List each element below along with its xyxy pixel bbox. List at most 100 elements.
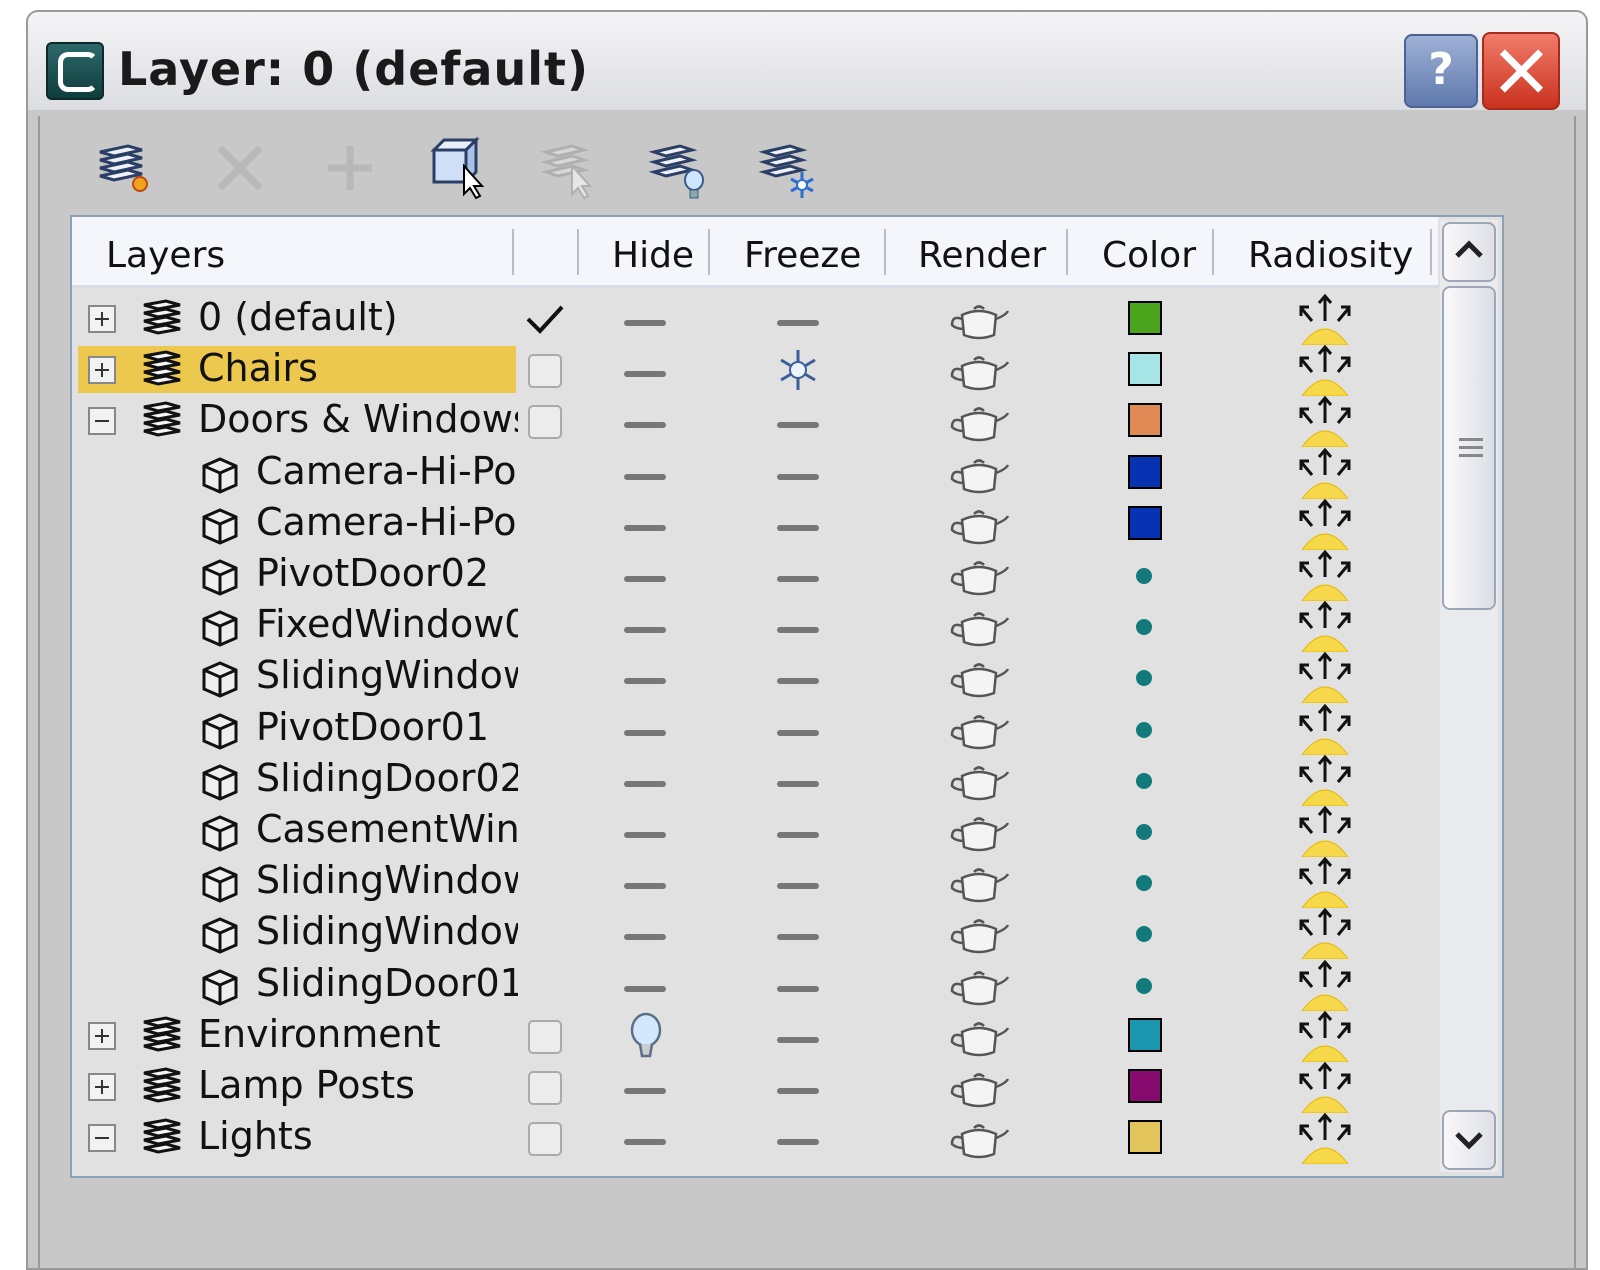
object-name[interactable]: CasementWind [256, 807, 518, 851]
select-objects-icon[interactable] [428, 136, 492, 200]
color-swatch[interactable] [1128, 454, 1162, 489]
hide-toggle[interactable] [624, 627, 666, 634]
render-teapot-icon[interactable] [948, 608, 1010, 648]
render-teapot-icon[interactable] [948, 864, 1010, 904]
render-teapot-icon[interactable] [948, 557, 1010, 597]
hide-toggle[interactable] [624, 780, 666, 787]
render-teapot-icon[interactable] [948, 711, 1010, 751]
hide-toggle[interactable] [624, 985, 666, 992]
render-teapot-icon[interactable] [948, 813, 1010, 853]
object-name[interactable]: Camera-Hi-Poir [256, 500, 518, 544]
freeze-toggle[interactable] [777, 473, 819, 480]
object-name[interactable]: SlidingDoor01 [256, 961, 518, 1005]
hide-toggle[interactable] [624, 576, 666, 582]
color-by-layer-dot[interactable] [1136, 977, 1152, 994]
freeze-toggle[interactable] [777, 729, 819, 736]
render-teapot-icon[interactable] [948, 1120, 1010, 1160]
object-row[interactable]: Camera-Hi-Poir [72, 498, 1438, 551]
render-teapot-icon[interactable] [948, 1018, 1010, 1058]
object-row[interactable]: FixedWindow0 [72, 600, 1438, 653]
color-by-layer-dot[interactable] [1136, 926, 1152, 943]
layer-list[interactable]: Layers Hide Freeze Render Color Radiosit… [70, 215, 1504, 1178]
expand-toggle-icon[interactable] [88, 1073, 116, 1101]
layer-name[interactable]: Lights [198, 1114, 518, 1158]
layer-row[interactable]: Lamp Posts [72, 1061, 1438, 1114]
hide-toggle[interactable] [624, 934, 666, 941]
freeze-toggle[interactable] [777, 627, 819, 634]
hide-toggle[interactable] [624, 524, 666, 531]
color-by-layer-dot[interactable] [1136, 568, 1152, 584]
radiosity-icon[interactable] [1292, 805, 1358, 858]
current-layer-checkbox[interactable] [528, 1019, 562, 1054]
collapse-toggle-icon[interactable] [88, 407, 116, 436]
layer-name[interactable]: Lamp Posts [198, 1063, 518, 1107]
column-header-radiosity[interactable]: Radiosity [1248, 235, 1413, 276]
hide-toggle[interactable] [624, 1088, 666, 1094]
current-layer-checkbox[interactable] [528, 405, 562, 440]
expand-toggle-icon[interactable] [88, 1021, 116, 1050]
hide-toggle[interactable] [624, 422, 666, 429]
current-layer-checkbox[interactable] [528, 1071, 562, 1105]
color-by-layer-dot[interactable] [1136, 772, 1152, 789]
layer-row[interactable]: Environment [72, 1010, 1438, 1063]
color-by-layer-dot[interactable] [1136, 875, 1152, 892]
hide-toggle[interactable] [624, 473, 666, 480]
radiosity-icon[interactable] [1292, 1112, 1358, 1165]
render-teapot-icon[interactable] [948, 301, 1010, 341]
radiosity-icon[interactable] [1292, 395, 1358, 448]
freeze-toggle[interactable] [777, 422, 819, 429]
freeze-toggle[interactable] [777, 1088, 819, 1094]
close-button[interactable] [1482, 32, 1560, 110]
hide-toggle[interactable] [624, 832, 666, 838]
hide-toggle[interactable] [624, 678, 666, 685]
freeze-all-icon[interactable] [758, 136, 822, 200]
expand-toggle-icon[interactable] [88, 305, 116, 333]
radiosity-icon[interactable] [1292, 1010, 1358, 1063]
object-name[interactable]: Camera-Hi-Poir [256, 449, 518, 493]
object-name[interactable]: PivotDoor01 [256, 705, 518, 749]
object-name[interactable]: PivotDoor02 [256, 551, 518, 595]
render-teapot-icon[interactable] [948, 915, 1010, 955]
hide-toggle[interactable] [624, 371, 666, 378]
radiosity-icon[interactable] [1292, 703, 1358, 756]
freeze-toggle[interactable] [777, 524, 819, 531]
radiosity-icon[interactable] [1292, 959, 1358, 1012]
freeze-toggle[interactable] [777, 780, 819, 787]
layer-name[interactable]: 0 (default) [198, 295, 518, 339]
color-swatch[interactable] [1128, 1069, 1162, 1103]
layer-row[interactable]: Chairs [72, 344, 1438, 397]
radiosity-icon[interactable] [1292, 600, 1358, 653]
layer-row[interactable]: Doors & Windows [72, 395, 1438, 448]
object-row[interactable]: SlidingWindow( [72, 651, 1438, 704]
hide-toggle[interactable] [624, 320, 666, 326]
hide-all-icon[interactable] [648, 136, 712, 200]
title-bar[interactable]: Layer: 0 (default) ? [28, 12, 1586, 110]
radiosity-icon[interactable] [1292, 293, 1358, 346]
column-header-freeze[interactable]: Freeze [744, 235, 861, 276]
render-teapot-icon[interactable] [948, 352, 1010, 392]
column-header-color[interactable]: Color [1102, 235, 1196, 276]
frozen-snowflake-icon[interactable] [774, 346, 822, 394]
column-header-layers[interactable]: Layers [106, 235, 225, 276]
color-by-layer-dot[interactable] [1136, 670, 1152, 687]
freeze-toggle[interactable] [777, 678, 819, 685]
freeze-toggle[interactable] [777, 985, 819, 992]
object-row[interactable]: SlidingWindow( [72, 907, 1438, 960]
object-name[interactable]: SlidingWindow( [256, 909, 518, 953]
scroll-thumb[interactable] [1442, 286, 1496, 610]
object-name[interactable]: SlidingWindow( [256, 653, 518, 697]
object-row[interactable]: SlidingDoor02 [72, 754, 1438, 807]
freeze-toggle[interactable] [777, 1036, 819, 1043]
render-teapot-icon[interactable] [948, 967, 1010, 1007]
color-swatch[interactable] [1128, 301, 1162, 335]
add-icon[interactable] [318, 136, 382, 200]
radiosity-icon[interactable] [1292, 856, 1358, 909]
scroll-down-button[interactable] [1442, 1110, 1496, 1170]
object-row[interactable]: PivotDoor01 [72, 703, 1438, 756]
layer-row[interactable]: 0 (default) [72, 293, 1438, 346]
layer-name[interactable]: Environment [198, 1012, 518, 1056]
scroll-up-button[interactable] [1442, 222, 1496, 282]
freeze-toggle[interactable] [777, 934, 819, 941]
object-row[interactable]: Camera-Hi-Poir [72, 447, 1438, 500]
delete-icon[interactable] [208, 136, 272, 200]
